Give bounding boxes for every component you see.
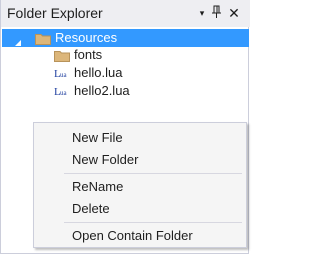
context-menu: New File New Folder ReName Delete Open C… xyxy=(33,122,247,248)
dropdown-arrow-icon[interactable]: ▾ xyxy=(197,5,207,21)
panel-titlebar: Folder Explorer ▾ ✕ xyxy=(1,0,250,27)
menu-separator xyxy=(64,173,242,174)
svg-text:ua: ua xyxy=(60,89,68,97)
tree-item-label: hello2.lua xyxy=(74,83,130,98)
menu-item-label: Delete xyxy=(72,201,110,216)
menu-item-rename[interactable]: ReName xyxy=(35,176,245,198)
svg-text:ua: ua xyxy=(60,71,68,79)
tree-item-label: hello.lua xyxy=(74,65,123,80)
tree-item-hello2-lua[interactable]: L ua hello2.lua xyxy=(2,82,249,100)
tree-item-label: fonts xyxy=(74,47,103,62)
menu-item-new-file[interactable]: New File xyxy=(35,127,245,149)
menu-item-open-contain-folder[interactable]: Open Contain Folder xyxy=(35,225,245,247)
menu-item-delete[interactable]: Delete xyxy=(35,198,245,220)
folder-explorer-panel: Folder Explorer ▾ ✕ Resources fonts L ua… xyxy=(0,0,250,254)
folder-icon xyxy=(35,32,51,45)
menu-item-label: New File xyxy=(72,130,123,145)
tree-item-hello-lua[interactable]: L ua hello.lua xyxy=(2,64,249,82)
menu-separator xyxy=(64,222,242,223)
lua-file-icon: L ua xyxy=(54,66,70,82)
tree-item-label: Resources xyxy=(55,30,118,45)
menu-item-label: Open Contain Folder xyxy=(72,228,193,243)
panel-title: Folder Explorer xyxy=(7,5,103,21)
menu-item-new-folder[interactable]: New Folder xyxy=(35,149,245,171)
pin-icon[interactable] xyxy=(211,5,223,21)
close-icon[interactable]: ✕ xyxy=(227,5,241,21)
tree-item-resources[interactable]: Resources xyxy=(2,29,249,47)
tree-item-fonts[interactable]: fonts xyxy=(2,46,249,64)
expand-arrow-icon[interactable] xyxy=(14,34,22,46)
folder-icon xyxy=(54,49,70,62)
lua-file-icon: L ua xyxy=(54,84,70,100)
menu-item-label: ReName xyxy=(72,179,124,194)
menu-item-label: New Folder xyxy=(72,152,139,167)
